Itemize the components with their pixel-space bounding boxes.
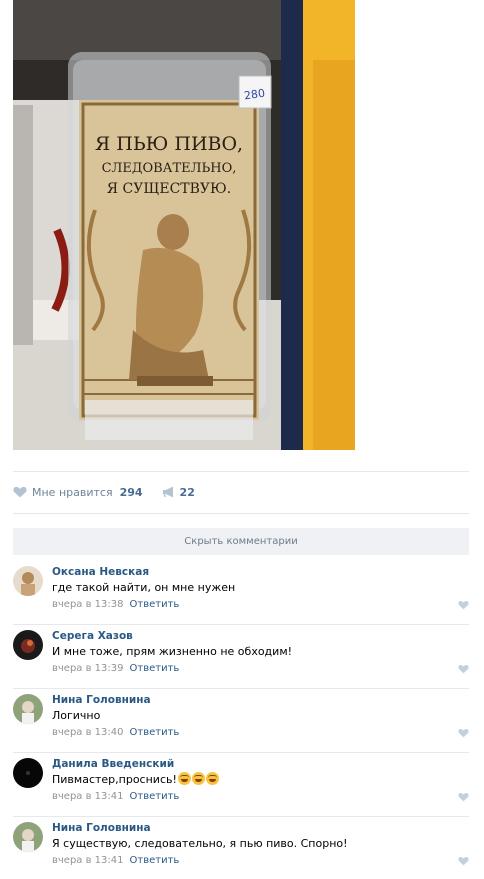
heart-icon	[458, 664, 469, 677]
comment-text-row: Пивмастер,проснись!	[52, 772, 469, 788]
avatar[interactable]	[13, 630, 43, 660]
heart-icon	[458, 728, 469, 741]
comment-time[interactable]: вчера в 13:39	[52, 663, 124, 674]
avatar[interactable]	[13, 694, 43, 724]
like-count: 294	[119, 485, 143, 499]
reply-link[interactable]: Ответить	[130, 855, 180, 866]
post-actions: Мне нравится 294 22	[13, 484, 195, 500]
share-count: 22	[179, 485, 195, 499]
svg-text:Я СУЩЕСТВУЮ.: Я СУЩЕСТВУЮ.	[107, 181, 231, 197]
comment-like-button[interactable]	[458, 664, 469, 677]
avatar[interactable]	[13, 566, 43, 596]
comment-like-button[interactable]	[458, 600, 469, 613]
comment: Нина Головнина Логично вчера в 13:40 Отве…	[13, 689, 469, 753]
comment-like-button[interactable]	[458, 728, 469, 741]
megaphone-icon	[162, 486, 175, 498]
comment-like-button[interactable]	[458, 792, 469, 805]
comment-time[interactable]: вчера в 13:38	[52, 599, 124, 610]
comment-time[interactable]: вчера в 13:41	[52, 855, 124, 866]
svg-text:Я ПЬЮ ПИВО,: Я ПЬЮ ПИВО,	[95, 133, 243, 155]
avatar[interactable]	[13, 758, 43, 788]
laughing-emoji-icon	[191, 772, 205, 785]
comment-author[interactable]: Нина Головнина	[52, 821, 469, 835]
comment-time[interactable]: вчера в 13:41	[52, 791, 124, 802]
reply-link[interactable]: Ответить	[130, 727, 180, 738]
comment-time[interactable]: вчера в 13:40	[52, 727, 124, 738]
photo-image: Я ПЬЮ ПИВО, СЛЕДОВАТЕЛЬНО, Я СУЩЕСТВУЮ. …	[13, 0, 355, 450]
reply-link[interactable]: Ответить	[130, 791, 180, 802]
comment-author[interactable]: Серега Хазов	[52, 629, 469, 643]
comment-text: Пивмастер,проснись!	[52, 773, 177, 786]
heart-icon	[13, 486, 27, 498]
comment: Данила Введенский Пивмастер,проснись! вч…	[13, 753, 469, 817]
heart-icon	[458, 600, 469, 613]
svg-text:СЛЕДОВАТЕЛЬНО,: СЛЕДОВАТЕЛЬНО,	[102, 161, 237, 176]
comment-text: где такой найти, он мне нужен	[52, 581, 236, 594]
comment-author[interactable]: Данила Введенский	[52, 757, 469, 771]
comments-list: Оксана Невская где такой найти, он мне н…	[13, 561, 469, 879]
like-label: Мне нравится	[32, 485, 113, 499]
comment-author[interactable]: Оксана Невская	[52, 565, 469, 579]
heart-icon	[458, 792, 469, 805]
heart-icon	[458, 856, 469, 869]
laughing-emoji-icon	[177, 772, 191, 785]
comment-text: Логично	[52, 709, 101, 722]
reply-link[interactable]: Ответить	[130, 599, 180, 610]
comment-author[interactable]: Нина Головнина	[52, 693, 469, 707]
divider	[13, 513, 469, 514]
comment: Оксана Невская где такой найти, он мне н…	[13, 561, 469, 625]
like-button[interactable]: Мне нравится 294	[13, 486, 143, 499]
comment-like-button[interactable]	[458, 856, 469, 869]
comment: Серега Хазов И мне тоже, прям жизненно н…	[13, 625, 469, 689]
divider	[13, 471, 469, 472]
comment-text: Я существую, следовательно, я пью пиво. …	[52, 837, 348, 850]
share-button[interactable]: 22	[162, 486, 195, 499]
reply-link[interactable]: Ответить	[130, 663, 180, 674]
hide-comments-button[interactable]: Скрыть комментарии	[13, 528, 469, 555]
avatar[interactable]	[13, 822, 43, 852]
laughing-emoji-icon	[205, 772, 219, 785]
post-photo[interactable]: Я ПЬЮ ПИВО, СЛЕДОВАТЕЛЬНО, Я СУЩЕСТВУЮ. …	[13, 0, 355, 450]
comment-text: И мне тоже, прям жизненно не обходим!	[52, 645, 293, 658]
comment: Нина Головнина Я существую, следовательн…	[13, 817, 469, 879]
